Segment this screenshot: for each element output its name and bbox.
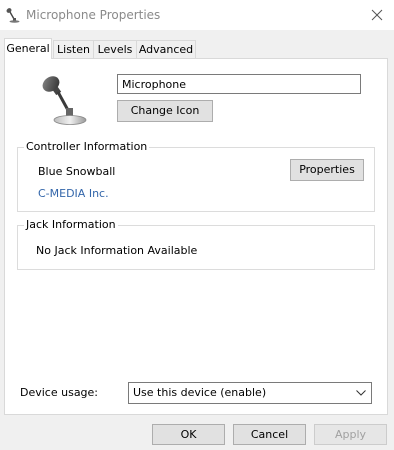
ok-button[interactable]: OK bbox=[152, 424, 225, 445]
apply-button[interactable]: Apply bbox=[314, 424, 387, 445]
jack-information-title: Jack Information bbox=[24, 218, 118, 231]
chevron-down-icon bbox=[356, 390, 366, 396]
general-tab-panel: Change Icon Controller Information Blue … bbox=[4, 58, 388, 415]
controller-device-name: Blue Snowball bbox=[38, 165, 116, 178]
device-usage-value: Use this device (enable) bbox=[133, 386, 267, 399]
close-button[interactable] bbox=[360, 0, 394, 30]
properties-button[interactable]: Properties bbox=[290, 159, 364, 181]
controller-information-group: Controller Information Blue Snowball C-M… bbox=[17, 140, 375, 212]
tab-levels[interactable]: Levels bbox=[93, 40, 137, 58]
window-title: Microphone Properties bbox=[26, 8, 161, 22]
device-usage-select[interactable]: Use this device (enable) bbox=[128, 382, 372, 404]
cancel-button[interactable]: Cancel bbox=[233, 424, 306, 445]
change-icon-button[interactable]: Change Icon bbox=[117, 100, 213, 122]
jack-information-text: No Jack Information Available bbox=[36, 244, 198, 257]
title-bar: Microphone Properties bbox=[0, 0, 394, 30]
close-icon bbox=[371, 9, 383, 21]
tab-listen[interactable]: Listen bbox=[53, 40, 94, 58]
device-usage-label: Device usage: bbox=[20, 386, 99, 399]
microphone-icon bbox=[6, 8, 20, 23]
microphone-icon bbox=[42, 76, 87, 125]
vendor-link[interactable]: C-MEDIA Inc. bbox=[38, 187, 109, 200]
properties-dialog: Microphone Properties General Listen Lev… bbox=[0, 0, 394, 450]
device-name-input[interactable] bbox=[117, 74, 361, 94]
jack-information-group: Jack Information No Jack Information Ava… bbox=[17, 218, 375, 270]
controller-information-title: Controller Information bbox=[24, 140, 150, 153]
tab-advanced[interactable]: Advanced bbox=[136, 40, 196, 58]
tab-general[interactable]: General bbox=[4, 38, 52, 59]
